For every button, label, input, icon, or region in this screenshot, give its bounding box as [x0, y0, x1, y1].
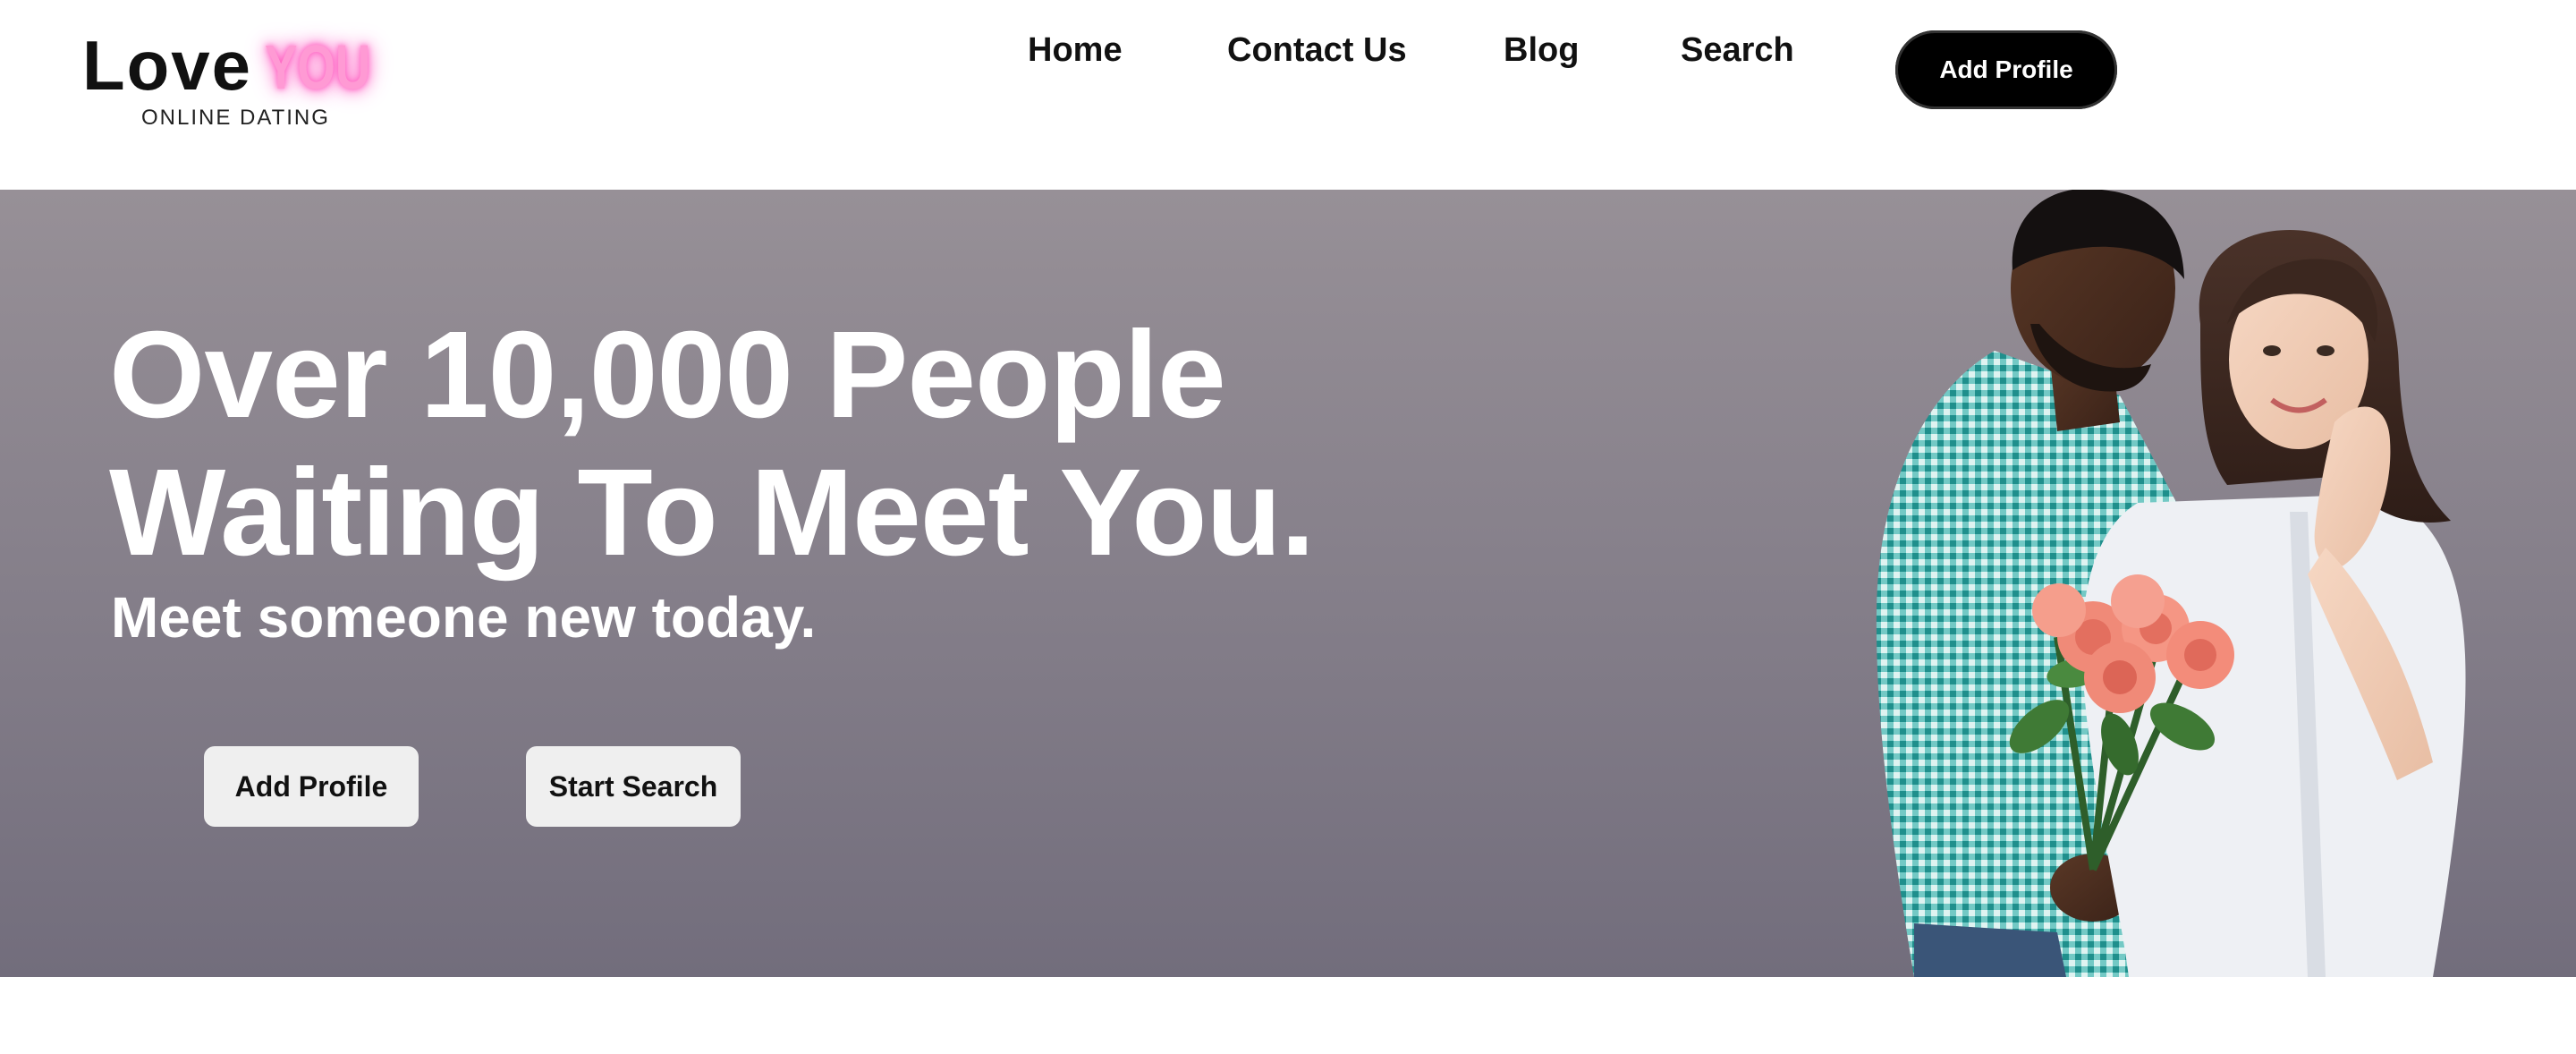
nav-blog[interactable]: Blog [1504, 27, 1579, 73]
logo-love-text: Love [82, 26, 253, 105]
hero-banner: Over 10,000 People Waiting To Meet You. … [0, 190, 2576, 977]
hero-start-search-button[interactable]: Start Search [526, 746, 741, 827]
site-header: Love YOU ONLINE DATING Home Contact Us B… [0, 0, 2576, 190]
logo-you-neon-text: YOU [265, 32, 371, 102]
page-footer-spacer [0, 977, 2576, 1054]
brand-logo[interactable]: Love YOU ONLINE DATING [82, 27, 386, 134]
hero-title: Over 10,000 People Waiting To Meet You. [109, 306, 1315, 582]
hero-title-line-1: Over 10,000 People [109, 306, 1226, 444]
hero-title-line-2: Waiting To Meet You. [109, 444, 1315, 582]
nav-contact-us[interactable]: Contact Us [1227, 27, 1407, 73]
nav-home[interactable]: Home [1028, 27, 1123, 73]
hero-subtitle: Meet someone new today. [111, 585, 817, 650]
couple-photo [1876, 190, 2466, 977]
logo-tagline: ONLINE DATING [141, 106, 330, 130]
header-add-profile-button[interactable]: Add Profile [1895, 30, 2117, 109]
nav-search[interactable]: Search [1681, 27, 1794, 73]
hero-add-profile-button[interactable]: Add Profile [204, 746, 419, 827]
